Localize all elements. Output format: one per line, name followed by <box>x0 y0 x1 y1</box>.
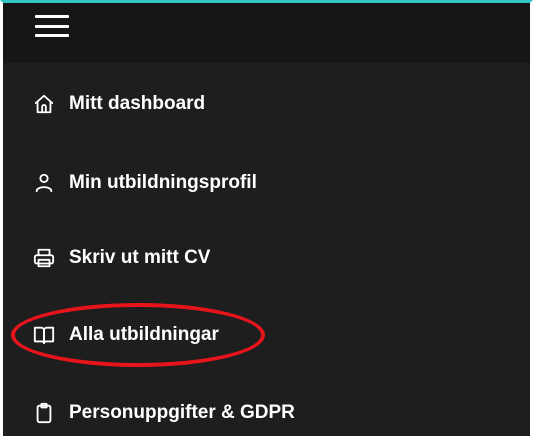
menu-item-personal-data-gdpr[interactable]: Personuppgifter & GDPR <box>33 393 295 433</box>
menu-item-print-cv[interactable]: Skriv ut mitt CV <box>33 238 210 278</box>
home-icon <box>33 93 55 115</box>
menu-item-label: Skriv ut mitt CV <box>69 247 211 268</box>
menu-item-education-profile[interactable]: Min utbildningsprofil <box>33 163 257 203</box>
printer-icon <box>33 247 55 269</box>
menu-item-label: Alla utbildningar <box>69 324 219 345</box>
clipboard-icon <box>33 402 55 424</box>
menu-item-dashboard[interactable]: Mitt dashboard <box>33 84 205 124</box>
book-open-icon <box>33 324 55 346</box>
top-bar <box>3 3 530 63</box>
menu-item-label: Min utbildningsprofil <box>69 172 257 193</box>
app-frame: Mitt dashboard Min utbildningsprofil Skr… <box>0 0 533 436</box>
hamburger-line <box>35 15 69 18</box>
menu-item-all-educations[interactable]: Alla utbildningar <box>33 315 219 355</box>
menu-item-label: Mitt dashboard <box>69 93 206 114</box>
hamburger-line <box>35 34 69 37</box>
hamburger-menu-icon[interactable] <box>35 15 69 37</box>
user-icon <box>33 172 55 194</box>
menu-item-label: Personuppgifter & GDPR <box>69 402 295 423</box>
hamburger-line <box>35 24 69 28</box>
